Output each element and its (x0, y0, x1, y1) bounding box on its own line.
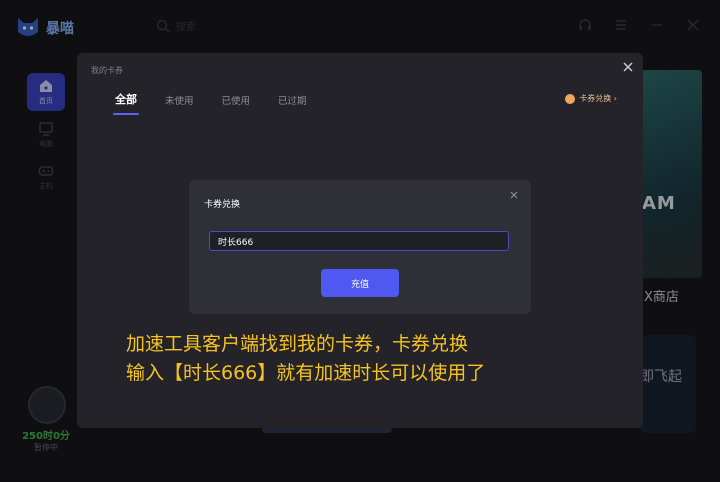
redeem-dialog: 卡券兑换 充值 (189, 180, 531, 314)
coupon-tabs: 全部 未使用 已使用 已过期 (113, 91, 307, 115)
caption-line: 加速工具客户端找到我的卡券，卡券兑换 (126, 333, 469, 355)
dialog-title: 卡券兑换 (204, 200, 241, 210)
coupon-icon (565, 93, 576, 104)
tab-all[interactable]: 全部 (113, 91, 139, 115)
caption-line: 输入【时长666】就有加速时长可以使用了 (126, 362, 486, 384)
instruction-caption: 加速工具客户端找到我的卡券，卡券兑换 输入【时长666】就有加速时长可以使用了 (126, 330, 485, 388)
background-edge (262, 428, 392, 433)
close-icon[interactable] (621, 60, 635, 74)
tab-used[interactable]: 已使用 (222, 91, 251, 115)
coupon-redeem-link[interactable]: 卡券兑换 › (565, 93, 617, 104)
tab-expired[interactable]: 已过期 (278, 91, 307, 115)
modal-title: 我的卡券 (91, 66, 123, 75)
coupon-code-input[interactable] (209, 231, 509, 251)
tab-unused[interactable]: 未使用 (165, 91, 194, 115)
dialog-close-icon[interactable] (509, 190, 519, 200)
recharge-button[interactable]: 充值 (321, 269, 399, 297)
coupon-redeem-label: 卡券兑换 › (579, 94, 617, 103)
